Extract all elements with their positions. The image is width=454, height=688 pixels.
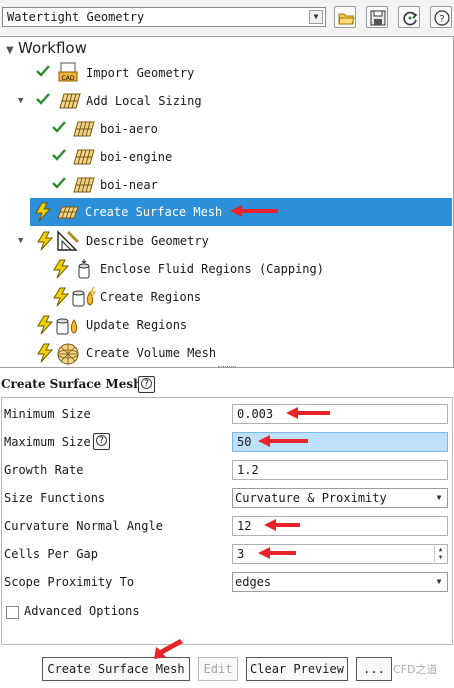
more-options-button[interactable]: ... [356, 657, 392, 681]
task-title-text: Create Surface Mesh [1, 377, 142, 391]
watermark-text: CFD之道 [393, 663, 438, 676]
chevron-down-icon[interactable]: ▼ [309, 10, 323, 24]
task-title: Create Surface Mesh [1, 377, 142, 391]
tree-item-import-geometry[interactable]: CAD Import Geometry [0, 59, 452, 87]
tree-item-boi-aero[interactable]: boi-aero [0, 115, 452, 143]
size-functions-select[interactable]: Curvature & Proximity ▼ [232, 488, 448, 508]
help-button[interactable]: ? [430, 6, 452, 28]
lightning-bolt-icon [53, 259, 70, 279]
curvature-angle-label: Curvature Normal Angle [4, 519, 163, 533]
scope-proximity-label: Scope Proximity To [4, 575, 135, 589]
help-icon: ? [141, 378, 152, 389]
tree-item-add-local-sizing[interactable]: ▼ Add Local Sizing [0, 87, 452, 115]
annotation-arrow-icon [258, 435, 308, 447]
size-functions-value: Curvature & Proximity [235, 491, 387, 505]
collapse-caret-icon[interactable]: ▼ [18, 236, 23, 246]
tree-item-describe-geometry[interactable]: ▼ Describe Geometry [0, 227, 452, 255]
max-size-help-button[interactable]: ? [93, 433, 110, 450]
tree-item-label: Describe Geometry [86, 234, 209, 248]
max-size-label: Maximum Size [4, 435, 91, 449]
advanced-options-label: Advanced Options [24, 604, 140, 618]
annotation-arrow-icon [230, 205, 278, 217]
workflow-title: Workflow [18, 39, 87, 57]
tree-item-label: boi-engine [100, 150, 173, 164]
workflow-root[interactable]: ▼ Workflow [6, 39, 87, 57]
cad-file-icon: CAD [58, 62, 78, 82]
tree-item-create-regions[interactable]: Create Regions [0, 283, 452, 311]
mesh-grid-icon [59, 93, 81, 109]
save-button[interactable] [366, 6, 388, 28]
advanced-options-checkbox[interactable] [6, 606, 19, 619]
annotation-arrow-icon [258, 547, 296, 559]
mesh-grid-icon [73, 149, 95, 165]
tree-item-label: boi-near [100, 178, 158, 192]
clear-preview-button[interactable]: Clear Preview [246, 657, 348, 681]
lightning-bolt-icon [53, 287, 70, 307]
annotation-arrow-icon [286, 407, 330, 419]
help-icon: ? [434, 10, 450, 26]
tree-item-create-volume-mesh[interactable]: Create Volume Mesh [0, 339, 452, 367]
workflow-tree: ▼ Workflow CAD Import Geometry ▼ Add Loca… [0, 36, 454, 368]
tree-item-enclose-fluid-regions[interactable]: Enclose Fluid Regions (Capping) [0, 255, 452, 283]
tree-item-boi-engine[interactable]: boi-engine [0, 143, 452, 171]
svg-text:?: ? [439, 14, 444, 25]
collapse-caret-icon[interactable]: ▼ [18, 96, 23, 106]
refresh-button[interactable] [398, 6, 420, 28]
annotation-arrow-icon [154, 639, 183, 659]
chevron-down-icon[interactable]: ▼ [432, 490, 446, 506]
checkmark-icon [36, 93, 50, 105]
save-icon [370, 10, 386, 26]
min-size-input[interactable]: 0.003 [232, 404, 448, 424]
size-functions-label: Size Functions [4, 491, 106, 505]
tree-item-update-regions[interactable]: Update Regions [0, 311, 452, 339]
collapse-caret-icon[interactable]: ▼ [6, 45, 18, 56]
tree-item-label: Update Regions [86, 318, 188, 332]
growth-rate-input[interactable]: 1.2 [232, 460, 448, 480]
tree-item-label: Create Regions [100, 290, 202, 304]
spinner-arrows-icon[interactable]: ▲ ▼ [434, 546, 446, 562]
tree-item-label: Add Local Sizing [86, 94, 202, 108]
workflow-type-value: Watertight Geometry [7, 10, 145, 24]
tree-item-label: Import Geometry [86, 66, 195, 80]
tree-item-label: Create Surface Mesh [85, 205, 223, 219]
tree-item-label: boi-aero [100, 122, 158, 136]
tree-item-boi-near[interactable]: boi-near [0, 171, 452, 199]
mesh-grid-icon [73, 121, 95, 137]
growth-rate-label: Growth Rate [4, 463, 84, 477]
cells-per-gap-value: 3 [237, 547, 245, 561]
help-icon: ? [96, 435, 107, 446]
surface-mesh-icon [57, 206, 79, 219]
checkmark-icon [52, 177, 66, 189]
volume-mesh-icon [57, 343, 79, 365]
geometry-triangle-icon [57, 230, 80, 251]
tree-item-label: Enclose Fluid Regions (Capping) [100, 262, 324, 276]
open-button[interactable] [334, 6, 356, 28]
lightning-bolt-icon [37, 231, 54, 251]
cells-per-gap-label: Cells Per Gap [4, 547, 98, 561]
refresh-icon [403, 11, 418, 26]
checkmark-icon [36, 65, 50, 77]
min-size-label: Minimum Size [4, 407, 91, 421]
scope-proximity-select[interactable]: edges ▼ [232, 572, 448, 592]
workflow-type-select[interactable]: Watertight Geometry ▼ [2, 7, 326, 27]
splitter-handle[interactable] [218, 366, 236, 369]
capping-icon [78, 259, 90, 279]
tree-item-label: Create Volume Mesh [86, 346, 217, 360]
scope-proximity-value: edges [235, 575, 272, 589]
folder-open-icon [338, 13, 355, 25]
lightning-bolt-icon [37, 315, 54, 335]
top-toolbar: Watertight Geometry ▼ ? [0, 0, 454, 36]
checkmark-icon [52, 121, 66, 133]
regions-icon [72, 286, 97, 307]
lightning-bolt-icon [35, 202, 52, 222]
regions-icon [56, 318, 78, 335]
edit-button[interactable]: Edit [198, 657, 238, 681]
lightning-bolt-icon [37, 343, 54, 363]
svg-text:CAD: CAD [62, 75, 75, 82]
task-help-button[interactable]: ? [138, 376, 155, 393]
annotation-arrow-icon [264, 519, 300, 531]
mesh-grid-icon [73, 177, 95, 193]
checkmark-icon [52, 149, 66, 161]
chevron-down-icon[interactable]: ▼ [432, 574, 446, 590]
